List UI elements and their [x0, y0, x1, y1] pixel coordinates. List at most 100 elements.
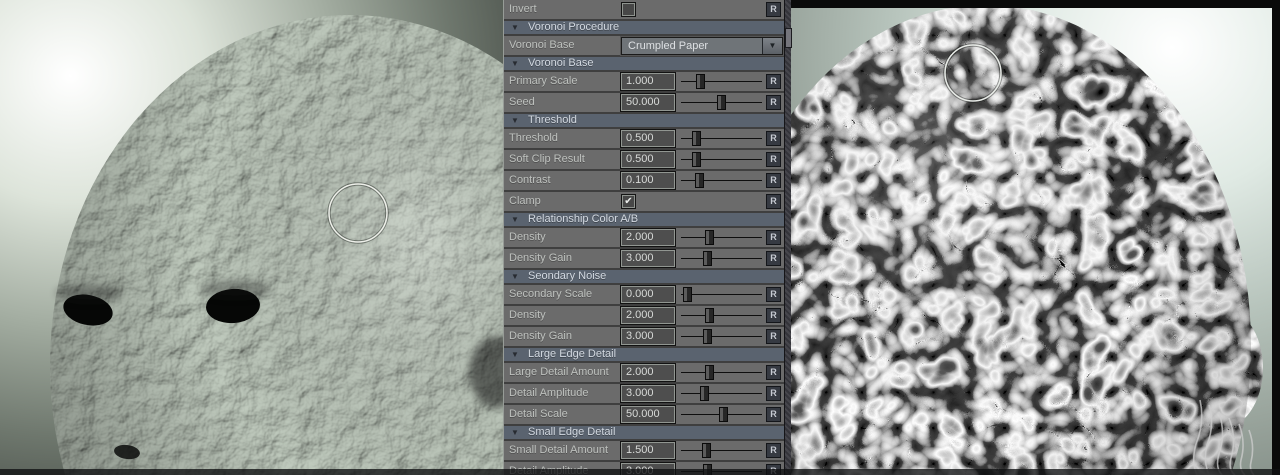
param-label: Voronoi Base [509, 36, 574, 55]
slider-handle[interactable] [700, 386, 709, 401]
reset-button[interactable]: R [766, 230, 781, 245]
section-collapse-icon [511, 57, 519, 70]
reset-button[interactable]: R [766, 251, 781, 266]
section-small-edge-detail[interactable]: Small Edge Detail [504, 426, 784, 439]
value-field[interactable]: 0.100 [621, 172, 675, 189]
reset-button[interactable]: R [766, 443, 781, 458]
slider-handle[interactable] [692, 131, 701, 146]
section-voronoi-base[interactable]: Voronoi Base [504, 57, 784, 70]
slider-handle[interactable] [683, 287, 692, 302]
value-field[interactable]: 50.000 [621, 406, 675, 423]
param-label: Secondary Scale [509, 285, 592, 304]
section-title: Seondary Noise [528, 270, 606, 283]
section-voronoi-procedure[interactable]: Voronoi Procedure [504, 21, 784, 34]
slider-track[interactable] [681, 95, 762, 110]
value-field[interactable]: 0.000 [621, 286, 675, 303]
section-relationship-color-ab[interactable]: Relationship Color A/B [504, 213, 784, 226]
texture-preview-viewport[interactable] [791, 0, 1280, 475]
slider-track[interactable] [681, 230, 762, 245]
value-field[interactable]: 50.000 [621, 94, 675, 111]
row-contrast: Contrast 0.100 R [504, 171, 784, 190]
panel-scrollbar[interactable] [784, 0, 791, 475]
dropdown-arrow-icon[interactable] [762, 38, 782, 54]
value-field[interactable]: 2.000 [621, 364, 675, 381]
dropdown-value: Crumpled Paper [628, 38, 708, 54]
value-field[interactable]: 3.000 [621, 385, 675, 402]
slider-handle[interactable] [717, 95, 726, 110]
slider-track[interactable] [681, 329, 762, 344]
slider-handle[interactable] [719, 407, 728, 422]
invert-checkbox[interactable] [622, 3, 635, 16]
slider-handle[interactable] [705, 230, 714, 245]
reset-button[interactable]: R [766, 2, 781, 17]
reset-button[interactable]: R [766, 386, 781, 401]
section-collapse-icon [511, 348, 519, 361]
voronoi-base-dropdown[interactable]: Crumpled Paper [621, 37, 783, 55]
slider-handle[interactable] [703, 251, 712, 266]
window-bottom-edge [0, 469, 1280, 475]
reset-button[interactable]: R [766, 131, 781, 146]
row-threshold: Threshold 0.500 R [504, 129, 784, 148]
row-large-detail-amount: Large Detail Amount 2.000 R [504, 363, 784, 382]
section-large-edge-detail[interactable]: Large Edge Detail [504, 348, 784, 361]
value-field[interactable]: 3.000 [621, 328, 675, 345]
slider-handle[interactable] [692, 152, 701, 167]
slider-track[interactable] [681, 131, 762, 146]
param-label: Large Detail Amount [509, 363, 609, 382]
reset-button[interactable]: R [766, 194, 781, 209]
slider-track[interactable] [681, 173, 762, 188]
row-soft-clip-result: Soft Clip Result 0.500 R [504, 150, 784, 169]
value-field[interactable]: 3.000 [621, 250, 675, 267]
slider-track[interactable] [681, 287, 762, 302]
section-seondary-noise[interactable]: Seondary Noise [504, 270, 784, 283]
value-field[interactable]: 2.000 [621, 307, 675, 324]
row-voronoi-base: Voronoi Base Crumpled Paper [504, 36, 784, 55]
reset-button[interactable]: R [766, 329, 781, 344]
slider-handle[interactable] [703, 329, 712, 344]
slider-handle[interactable] [702, 443, 711, 458]
slider-track[interactable] [681, 152, 762, 167]
row-secondary-scale: Secondary Scale 0.000 R [504, 285, 784, 304]
reset-button[interactable]: R [766, 173, 781, 188]
value-field[interactable]: 0.500 [621, 151, 675, 168]
param-label: Primary Scale [509, 72, 577, 91]
slider-handle[interactable] [696, 74, 705, 89]
row-seed: Seed 50.000 R [504, 93, 784, 112]
section-title: Threshold [528, 114, 577, 127]
reset-button[interactable]: R [766, 95, 781, 110]
slider-track[interactable] [681, 407, 762, 422]
param-label: Density [509, 228, 546, 247]
slider-handle[interactable] [695, 173, 704, 188]
clamp-checkbox[interactable] [622, 195, 635, 208]
row-detail-amplitude-large: Detail Amplitude 3.000 R [504, 384, 784, 403]
reset-button[interactable]: R [766, 365, 781, 380]
slider-track[interactable] [681, 386, 762, 401]
slider-track[interactable] [681, 308, 762, 323]
slider-track[interactable] [681, 365, 762, 380]
sculpt-viewport[interactable] [0, 0, 503, 475]
reset-button[interactable]: R [766, 287, 781, 302]
param-label: Small Detail Amount [509, 441, 608, 460]
texture-render [791, 0, 1280, 475]
section-title: Large Edge Detail [528, 348, 616, 361]
value-field[interactable]: 1.500 [621, 442, 675, 459]
value-field[interactable]: 1.000 [621, 73, 675, 90]
slider-handle[interactable] [705, 365, 714, 380]
reset-button[interactable]: R [766, 152, 781, 167]
reset-button[interactable]: R [766, 308, 781, 323]
param-label: Invert [509, 0, 537, 19]
reset-button[interactable]: R [766, 74, 781, 89]
reset-button[interactable]: R [766, 407, 781, 422]
row-density-a: Density 2.000 R [504, 228, 784, 247]
section-threshold[interactable]: Threshold [504, 114, 784, 127]
slider-track[interactable] [681, 251, 762, 266]
param-label: Detail Scale [509, 405, 568, 424]
slider-track[interactable] [681, 74, 762, 89]
value-field[interactable]: 0.500 [621, 130, 675, 147]
param-label: Clamp [509, 192, 541, 211]
scrollbar-thumb[interactable] [785, 28, 792, 48]
slider-track[interactable] [681, 443, 762, 458]
value-field[interactable]: 2.000 [621, 229, 675, 246]
param-label: Threshold [509, 129, 558, 148]
slider-handle[interactable] [705, 308, 714, 323]
